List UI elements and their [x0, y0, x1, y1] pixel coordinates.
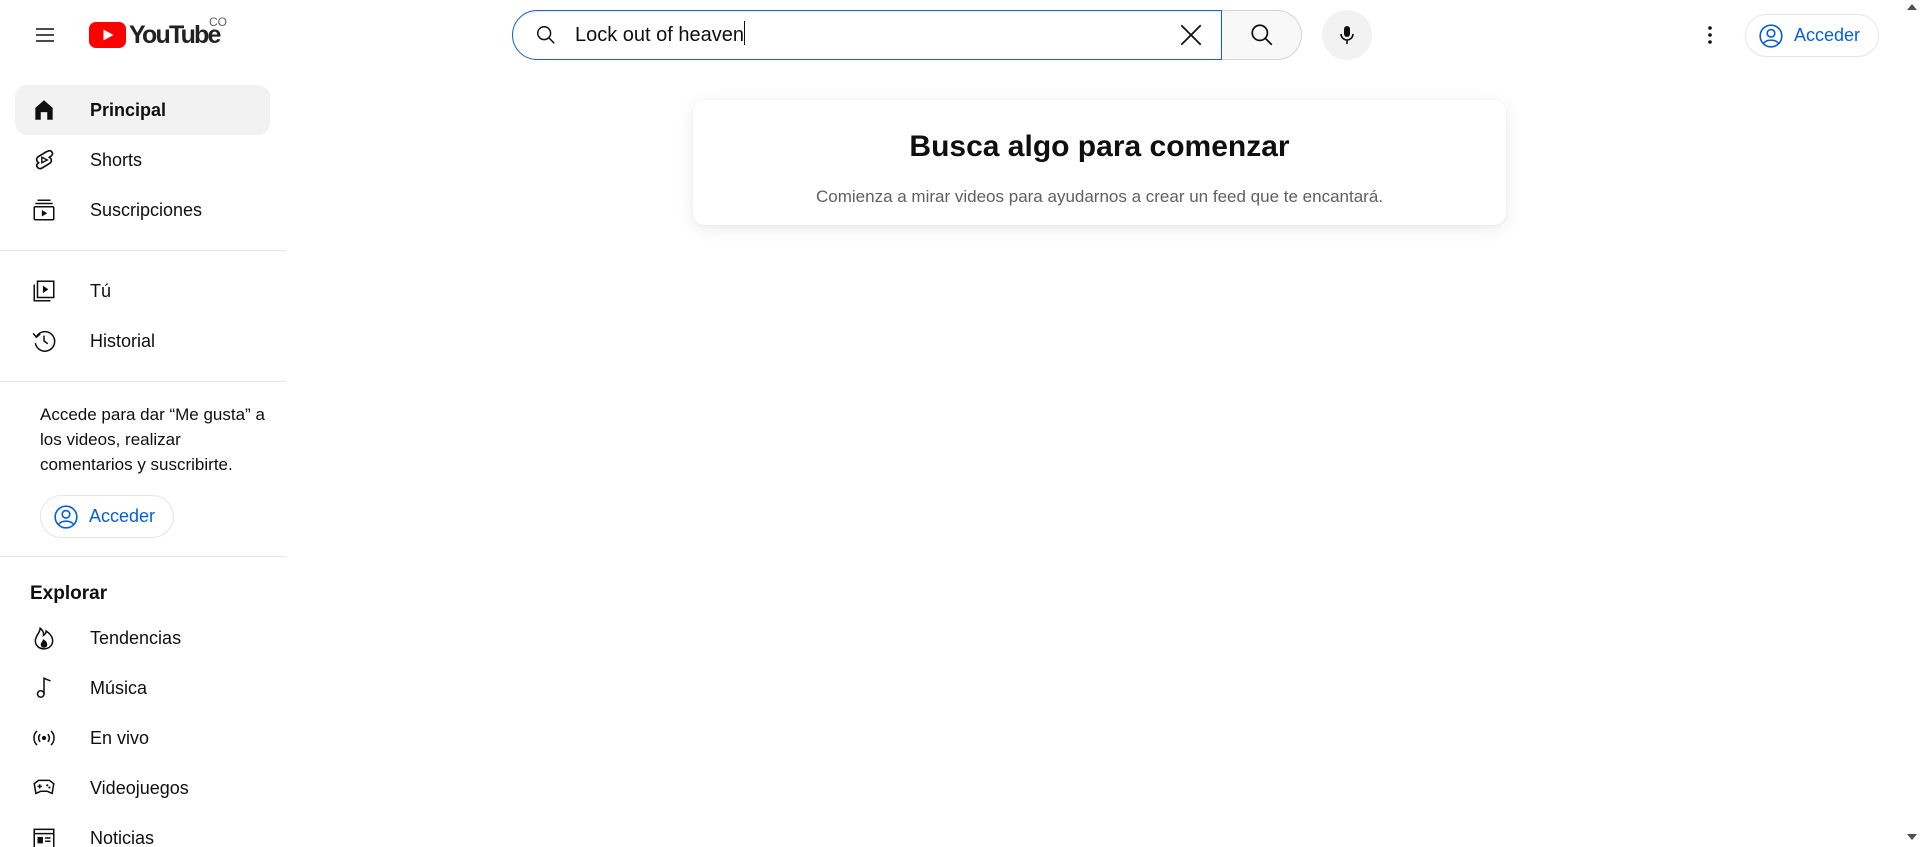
sidebar-item-label: Shorts — [90, 149, 143, 170]
subscriptions-icon — [30, 196, 58, 224]
sidebar-divider — [0, 250, 286, 251]
sidebar-item-en-vivo[interactable]: En vivo — [15, 713, 270, 763]
sidebar-item-tendencias[interactable]: Tendencias — [15, 613, 270, 663]
sidebar-item-suscripciones[interactable]: Suscripciones — [15, 185, 270, 235]
hamburger-icon — [36, 28, 54, 42]
text-caret — [744, 21, 746, 45]
empty-feed-card: Busca algo para comenzar Comienza a mira… — [693, 100, 1506, 225]
youtube-play-icon — [89, 22, 126, 48]
close-icon — [1180, 24, 1202, 46]
signin-prompt: Accede para dar “Me gusta” a los videos,… — [40, 405, 265, 474]
sidebar-item-label: Videojuegos — [90, 777, 189, 798]
settings-menu-button[interactable] — [1690, 15, 1730, 55]
scrollbar-up-arrow[interactable] — [1906, 2, 1918, 12]
masthead: YouTube CO Lock out of heaven Acceder — [0, 0, 1920, 70]
header-signin-button[interactable]: Acceder — [1745, 14, 1879, 57]
history-icon — [30, 327, 58, 355]
scrollbar-down-arrow[interactable] — [1906, 832, 1918, 842]
sidebar-item-label: Tú — [90, 280, 112, 301]
microphone-icon — [1340, 26, 1354, 44]
sidebar-item-musica[interactable]: Música — [15, 663, 270, 713]
home-icon — [30, 96, 58, 124]
search-icon — [533, 22, 559, 48]
empty-feed-title: Busca algo para comenzar — [909, 130, 1290, 163]
sidebar-signin-button[interactable]: Acceder — [40, 495, 174, 538]
sidebar-item-label: En vivo — [90, 727, 150, 748]
guide-menu-button[interactable] — [25, 15, 65, 55]
explore-section-title: Explorar — [30, 583, 108, 604]
search-input-container[interactable]: Lock out of heaven — [512, 10, 1222, 60]
kebab-icon — [1708, 26, 1712, 44]
country-code: CO — [209, 15, 227, 29]
triangle-up-icon — [1907, 4, 1917, 10]
sidebar-divider — [0, 381, 286, 382]
sidebar-item-noticias[interactable]: Noticias — [15, 813, 270, 847]
shorts-icon — [30, 146, 58, 174]
gaming-icon — [30, 774, 58, 802]
sidebar-item-principal[interactable]: Principal — [15, 85, 270, 135]
sidebar-item-label: Tendencias — [90, 627, 182, 648]
signin-label: Acceder — [1794, 25, 1861, 45]
sidebar-divider — [0, 556, 286, 557]
news-icon — [30, 824, 58, 847]
voice-search-button[interactable] — [1322, 10, 1372, 60]
sidebar-item-videojuegos[interactable]: Videojuegos — [15, 763, 270, 813]
sidebar-item-label: Noticias — [90, 827, 155, 847]
youtube-logo[interactable]: YouTube — [89, 20, 221, 50]
search-bar: Lock out of heaven — [512, 10, 1302, 60]
guide-sidebar: Principal Shorts Suscripciones Tú Histor… — [0, 70, 286, 847]
sidebar-item-label: Historial — [90, 330, 156, 351]
sidebar-item-label: Música — [90, 677, 148, 698]
music-icon — [30, 674, 58, 702]
sidebar-item-shorts[interactable]: Shorts — [15, 135, 270, 185]
search-input[interactable]: Lock out of heaven — [575, 10, 1171, 60]
search-icon — [1250, 24, 1272, 46]
account-icon — [1759, 23, 1783, 48]
empty-feed-subtitle: Comienza a mirar videos para ayudarnos a… — [816, 187, 1383, 206]
your-channel-icon — [30, 277, 58, 305]
sidebar-item-historial[interactable]: Historial — [15, 316, 270, 366]
search-submit-button[interactable] — [1222, 10, 1302, 60]
sidebar-item-label: Principal — [90, 99, 167, 120]
triangle-down-icon — [1907, 834, 1917, 840]
logo-wordmark: YouTube — [129, 21, 221, 49]
signin-label: Acceder — [89, 506, 156, 526]
sidebar-item-tu[interactable]: Tú — [15, 266, 270, 316]
sidebar-item-label: Suscripciones — [90, 199, 203, 220]
live-icon — [30, 724, 58, 752]
clear-search-button[interactable] — [1171, 15, 1211, 55]
account-icon — [54, 504, 78, 529]
trending-icon — [30, 624, 58, 652]
